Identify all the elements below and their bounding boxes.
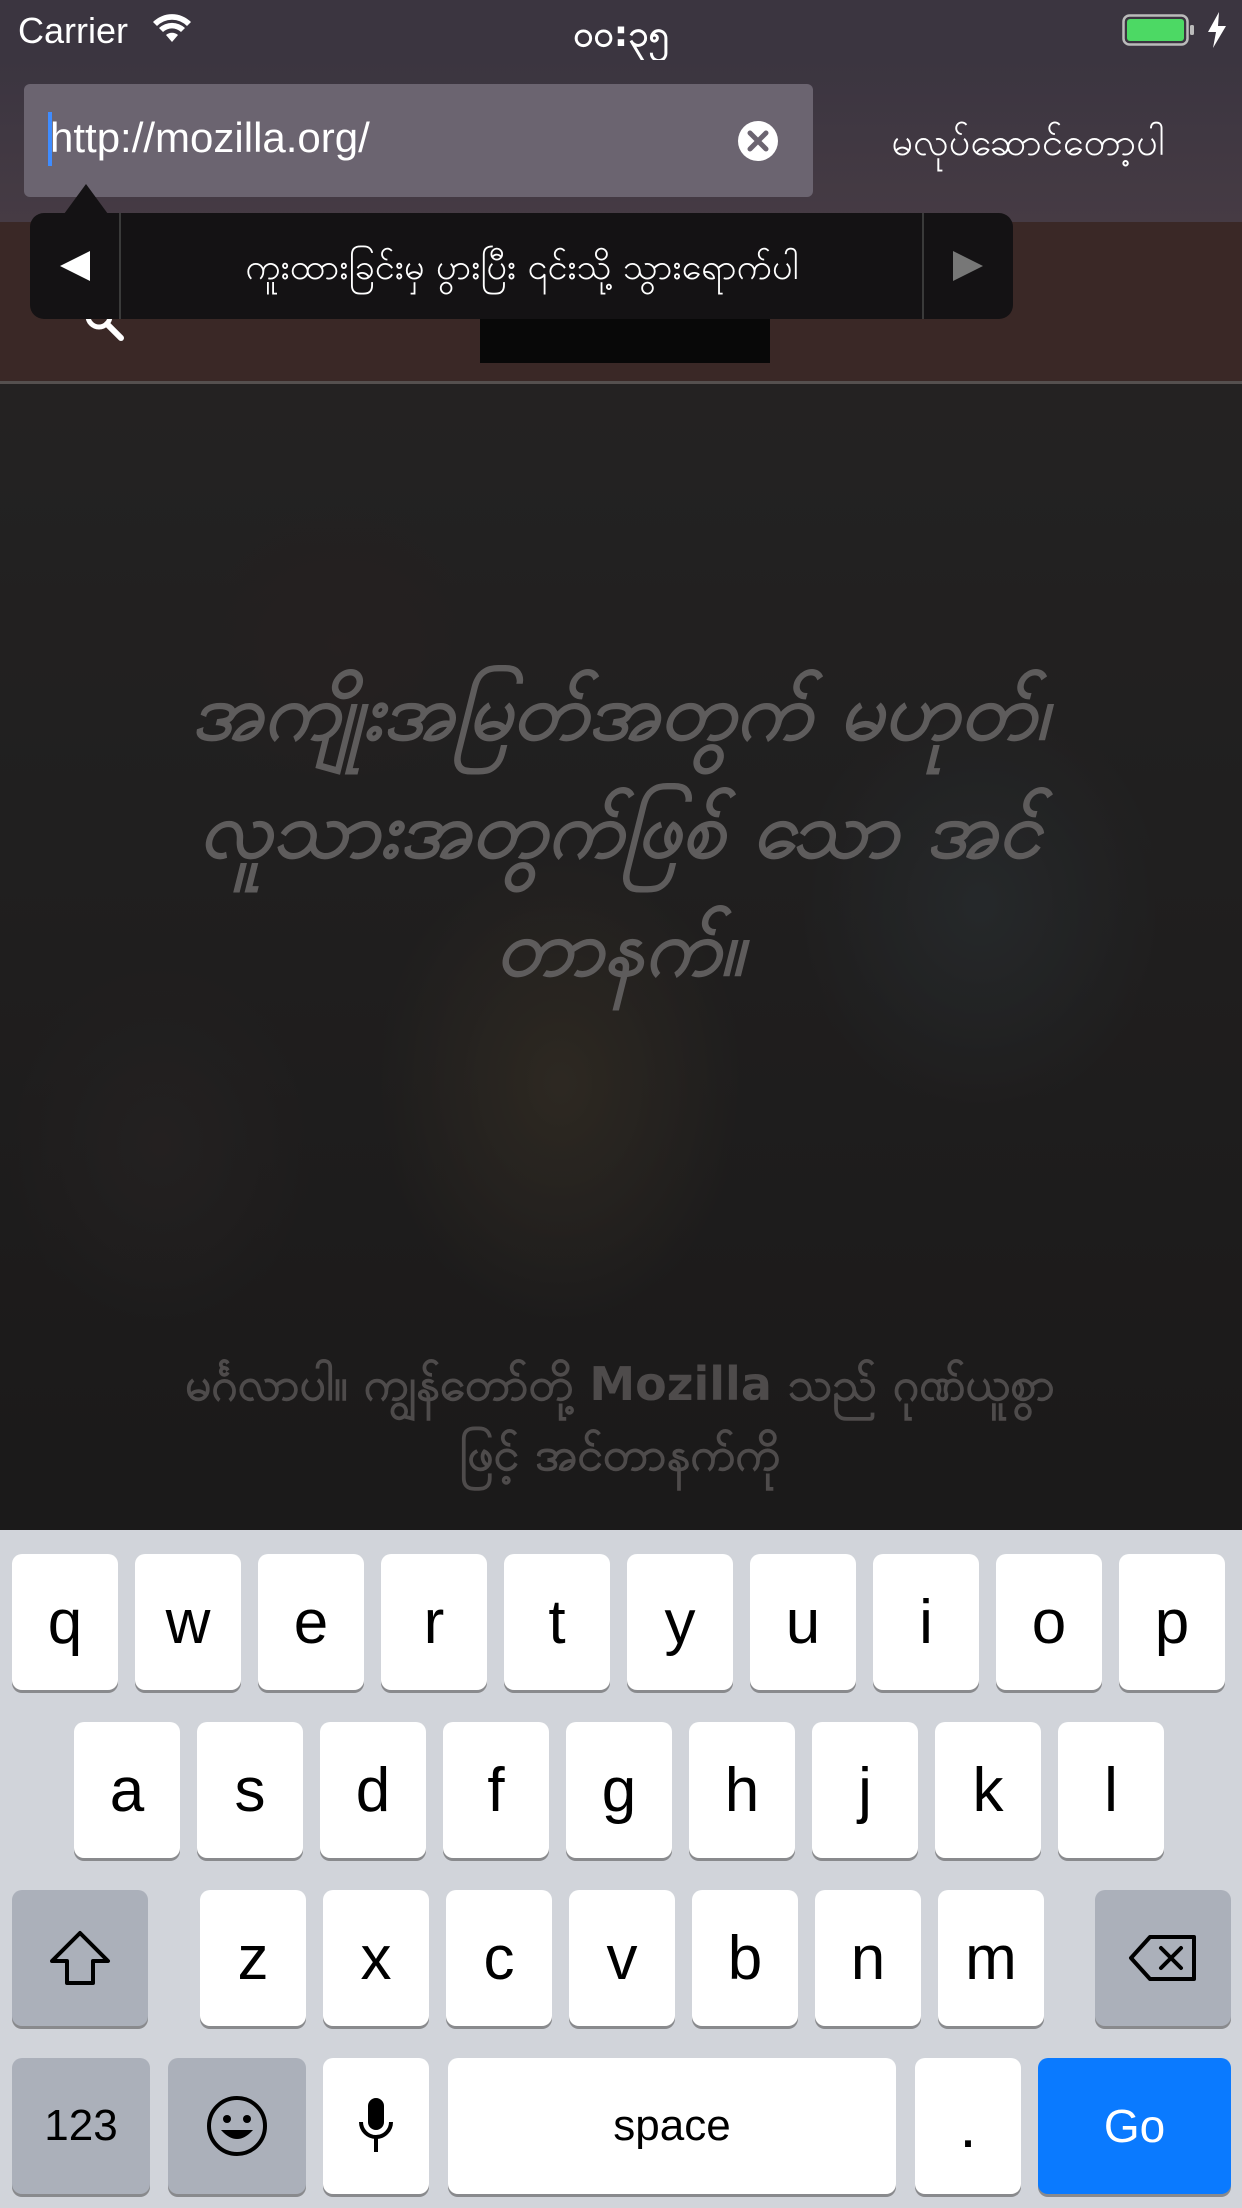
keyboard: 123 space . Go qwertyuiop asdfghjkl zxcvbn… — [0, 1530, 1242, 2208]
clear-circle-x-icon[interactable] — [737, 120, 779, 162]
key-l[interactable]: l — [1058, 1722, 1164, 1858]
key-v[interactable]: v — [569, 1890, 675, 2026]
key-b[interactable]: b — [692, 1890, 798, 2026]
emoji-face-icon — [207, 2096, 267, 2156]
url-text: http://mozilla.org/ — [50, 114, 370, 161]
lightning-bolt-icon — [1208, 12, 1226, 48]
cancel-button[interactable]: မလုပ်ဆောင်တော့ပါ — [830, 118, 1226, 174]
hero-headline: အကျိုးအမြတ်အတွက် မဟုတ်၊ လူသားအတွက်ဖြစ် သ… — [191, 668, 1049, 994]
hero-section: အကျိုးအမြတ်အတွက် မဟုတ်၊ လူသားအတွက်ဖြစ် သ… — [0, 384, 1242, 1530]
key-f[interactable]: f — [443, 1722, 549, 1858]
status-time: ၀၀:၃၅ — [573, 14, 669, 55]
paste-and-go-menu: ကူးထားခြင်းမှ ပွားပြီး ၎င်းသို့ သွားရောက… — [30, 213, 1013, 319]
delete-key[interactable] — [1095, 1890, 1231, 2026]
key-o[interactable]: o — [996, 1554, 1102, 1690]
backspace-icon — [1129, 1935, 1196, 1981]
header-logo-fragment — [480, 319, 770, 363]
key-x[interactable]: x — [323, 1890, 429, 2026]
key-h[interactable]: h — [689, 1722, 795, 1858]
space-key[interactable]: space — [448, 2058, 896, 2194]
emoji-key[interactable] — [168, 2058, 306, 2194]
triangle-left-icon[interactable] — [30, 213, 120, 319]
key-j[interactable]: j — [812, 1722, 918, 1858]
key-a[interactable]: a — [74, 1722, 180, 1858]
shift-arrow-icon — [50, 1931, 110, 1985]
microphone-icon — [359, 2098, 393, 2152]
status-bar: Carrier ၀၀:၃၅ — [0, 0, 1242, 60]
url-toolbar: http://mozilla.org/ မလုပ်ဆောင်တော့ပါ — [0, 60, 1242, 222]
key-z[interactable]: z — [200, 1890, 306, 2026]
key-q[interactable]: q — [12, 1554, 118, 1690]
key-w[interactable]: w — [135, 1554, 241, 1690]
period-key[interactable]: . — [915, 2058, 1021, 2194]
url-input[interactable]: http://mozilla.org/ — [24, 84, 813, 197]
hero-subtext: မင်္ဂလာပါ။ ကျွန်တော်တို့ Mozilla သည် ဂုဏ… — [185, 1357, 1055, 1481]
key-y[interactable]: y — [627, 1554, 733, 1690]
key-u[interactable]: u — [750, 1554, 856, 1690]
shift-key[interactable] — [12, 1890, 148, 2026]
triangle-right-icon[interactable] — [923, 213, 1013, 319]
callout-pointer — [64, 184, 108, 214]
key-s[interactable]: s — [197, 1722, 303, 1858]
key-e[interactable]: e — [258, 1554, 364, 1690]
key-n[interactable]: n — [815, 1890, 921, 2026]
microphone-key[interactable] — [323, 2058, 429, 2194]
key-d[interactable]: d — [320, 1722, 426, 1858]
key-t[interactable]: t — [504, 1554, 610, 1690]
key-r[interactable]: r — [381, 1554, 487, 1690]
key-p[interactable]: p — [1119, 1554, 1225, 1690]
key-m[interactable]: m — [938, 1890, 1044, 2026]
key-i[interactable]: i — [873, 1554, 979, 1690]
go-key[interactable]: Go — [1038, 2058, 1231, 2194]
key-k[interactable]: k — [935, 1722, 1041, 1858]
key-g[interactable]: g — [566, 1722, 672, 1858]
paste-and-go-item[interactable]: ကူးထားခြင်းမှ ပွားပြီး ၎င်းသို့ သွားရောက… — [122, 243, 922, 297]
callout-divider — [119, 213, 121, 319]
key-c[interactable]: c — [446, 1890, 552, 2026]
battery-icon — [1122, 14, 1194, 46]
numbers-key[interactable]: 123 — [12, 2058, 150, 2194]
